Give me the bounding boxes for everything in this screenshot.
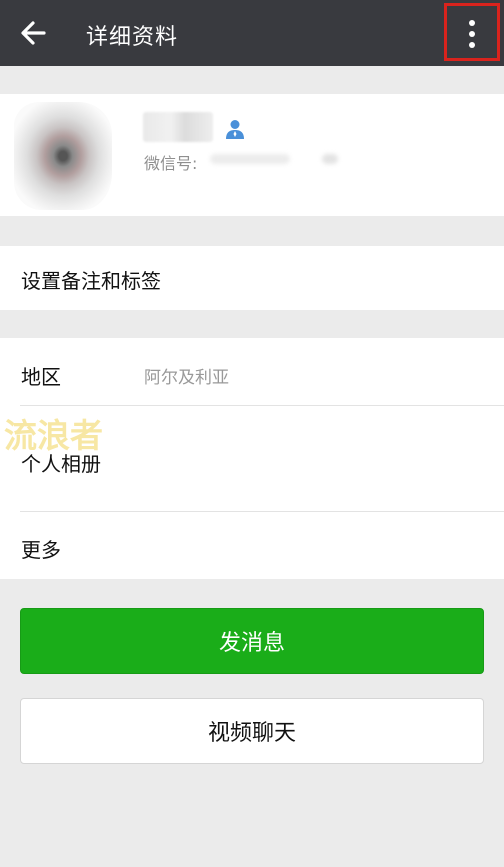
divider (20, 511, 504, 512)
video-chat-button[interactable]: 视频聊天 (20, 698, 484, 764)
region-label: 地区 (21, 365, 61, 389)
region-value: 阿尔及利亚 (144, 368, 229, 388)
divider (20, 405, 504, 406)
more-options-button[interactable] (444, 3, 500, 61)
info-group: 地区 阿尔及利亚 个人相册 更多 (0, 338, 504, 579)
person-icon (226, 120, 244, 139)
top-bar: 详细资料 (0, 0, 504, 66)
wechat-id-blurred (210, 154, 290, 164)
back-button[interactable] (14, 14, 54, 52)
send-message-button[interactable]: 发消息 (20, 608, 484, 674)
more-vertical-icon-dot (469, 42, 475, 48)
nickname-blurred (143, 112, 213, 142)
remark-tags-cell[interactable]: 设置备注和标签 (0, 246, 504, 310)
wechat-id-blurred-end (322, 154, 338, 164)
remark-tags-label: 设置备注和标签 (21, 269, 161, 293)
profile-card: 微信号: (0, 94, 504, 216)
more-vertical-icon-dot (469, 31, 475, 37)
more-vertical-icon (469, 20, 475, 26)
avatar[interactable] (14, 102, 112, 210)
more-label[interactable]: 更多 (21, 534, 61, 563)
arrow-left-icon (21, 21, 46, 45)
watermark-text: 流浪者 (4, 416, 103, 455)
wechat-id-label: 微信号: (144, 154, 198, 173)
page-title: 详细资料 (86, 25, 179, 50)
